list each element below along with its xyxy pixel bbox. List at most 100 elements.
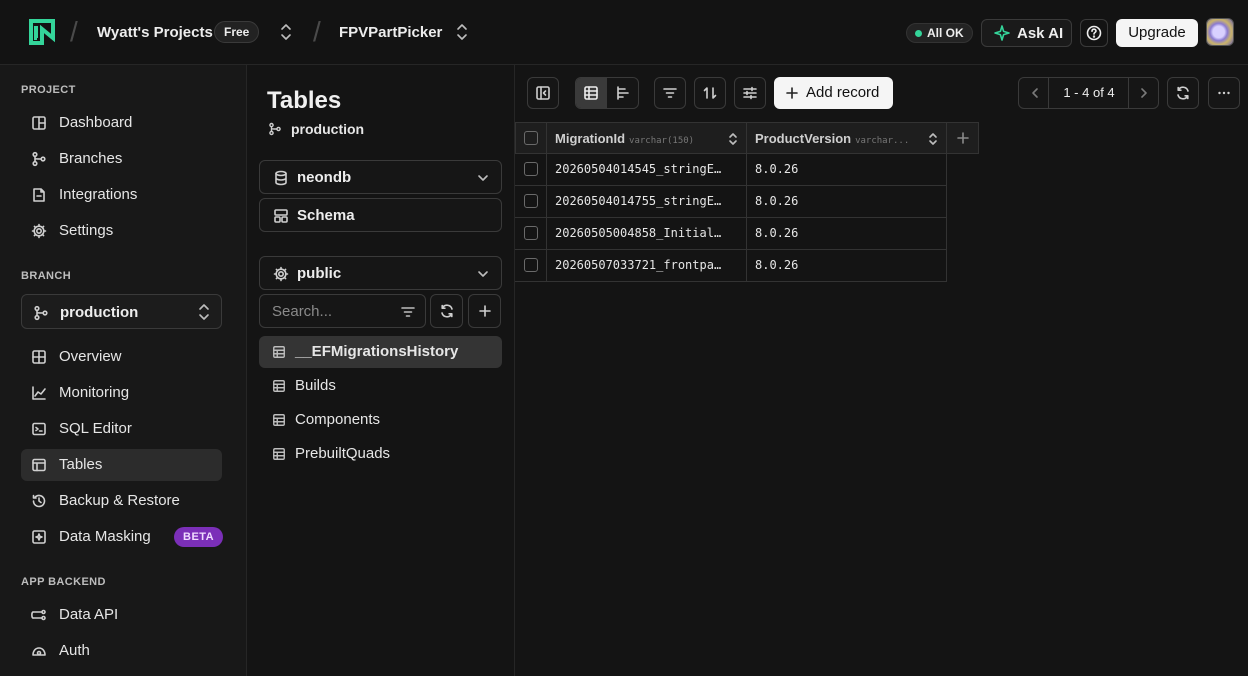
breadcrumb-separator: / — [313, 16, 321, 47]
sidebar-item-auth[interactable]: Auth — [21, 635, 222, 667]
sidebar-item-monitoring[interactable]: Monitoring — [21, 377, 222, 409]
add-table-button[interactable] — [468, 294, 501, 328]
list-icon — [617, 86, 629, 100]
sidebar-item-label: Dashboard — [59, 114, 133, 131]
list-view-button[interactable] — [608, 78, 639, 108]
schema-select[interactable]: public — [259, 256, 502, 290]
table-cell[interactable]: 20260505004858_Initial… — [547, 218, 747, 250]
sidebar-item-backup-restore[interactable]: Backup & Restore — [21, 485, 222, 517]
row-checkbox[interactable] — [524, 258, 538, 272]
row-select-cell — [515, 154, 547, 186]
sidebar-item-label: Data API — [59, 606, 119, 623]
table-list-item[interactable]: __EFMigrationsHistory — [259, 336, 502, 368]
schema-button-label: Schema — [297, 207, 355, 224]
branch-selector[interactable]: production — [21, 294, 222, 329]
sidebar-item-branches[interactable]: Branches — [21, 143, 222, 175]
overview-icon — [32, 350, 46, 364]
table-cell[interactable]: 8.0.26 — [747, 250, 947, 282]
table-name: PrebuiltQuads — [295, 445, 391, 462]
help-button[interactable] — [1080, 19, 1108, 47]
sidebar-item-tables[interactable]: Tables — [21, 449, 222, 481]
project-name[interactable]: FPVPartPicker — [339, 24, 442, 41]
column-header[interactable]: ProductVersion varchar... — [746, 122, 947, 154]
table-icon — [32, 458, 46, 472]
row-checkbox[interactable] — [524, 226, 538, 240]
branch-icon — [269, 122, 281, 136]
upgrade-button[interactable]: Upgrade — [1116, 19, 1198, 47]
next-page-button[interactable] — [1128, 78, 1158, 108]
table-cell[interactable]: 20260504014545_stringE… — [547, 154, 747, 186]
toggle-sidebar-button[interactable] — [527, 77, 559, 109]
sidebar-item-data-masking[interactable]: Data Masking BETA — [21, 521, 224, 553]
columns-settings-button[interactable] — [734, 77, 766, 109]
table-list-item[interactable]: Builds — [259, 370, 502, 402]
schema-icon — [274, 209, 288, 223]
table-cell[interactable]: 8.0.26 — [747, 218, 947, 250]
search-input[interactable] — [272, 302, 392, 320]
select-all-checkbox[interactable] — [524, 131, 538, 145]
table-list-item[interactable]: Components — [259, 404, 502, 436]
org-switcher-chevron-icon[interactable] — [280, 22, 292, 42]
cell-value: 8.0.26 — [755, 194, 799, 208]
add-record-button[interactable]: Add record — [774, 77, 893, 109]
cell-value: 8.0.26 — [755, 226, 799, 240]
cell-value: 20260504014545_stringE… — [555, 162, 722, 176]
prev-page-button[interactable] — [1020, 78, 1049, 108]
row-checkbox[interactable] — [524, 194, 538, 208]
column-name: ProductVersion — [755, 131, 852, 146]
ask-ai-label: Ask AI — [1017, 25, 1064, 42]
branch-section-title: BRANCH — [21, 270, 72, 282]
cell-value: 8.0.26 — [755, 162, 799, 176]
table-cell[interactable]: 8.0.26 — [747, 186, 947, 218]
sidebar-item-overview[interactable]: Overview — [21, 341, 222, 373]
sidebar-item-settings[interactable]: Settings — [21, 215, 222, 247]
sidebar-item-integrations[interactable]: Integrations — [21, 179, 222, 211]
column-type: varchar... — [855, 136, 910, 146]
sort-button[interactable] — [694, 77, 726, 109]
column-header-label: ProductVersion varchar... — [755, 131, 909, 146]
neon-logo-icon[interactable] — [28, 18, 56, 46]
filter-icon[interactable] — [400, 304, 416, 320]
filter-icon — [663, 88, 677, 98]
table-cell[interactable]: 8.0.26 — [747, 154, 947, 186]
table-cell[interactable]: 20260504014755_stringE… — [547, 186, 747, 218]
column-type: varchar(150) — [629, 136, 695, 146]
table-cell[interactable]: 20260507033721_frontpa… — [547, 250, 747, 282]
project-switcher-chevron-icon[interactable] — [456, 22, 468, 42]
schema-button[interactable]: Schema — [259, 198, 502, 232]
add-column-button[interactable] — [947, 123, 979, 153]
sort-icon — [703, 87, 717, 99]
history-icon — [32, 494, 46, 508]
sidebar-item-label: Integrations — [59, 186, 138, 203]
cell-value: 8.0.26 — [755, 258, 799, 272]
database-select[interactable]: neondb — [259, 160, 502, 194]
refresh-tables-button[interactable] — [430, 294, 463, 328]
sidebar-item-label: Branches — [59, 150, 123, 167]
avatar[interactable] — [1206, 18, 1234, 46]
table-search[interactable] — [259, 294, 426, 328]
add-column-cell — [946, 122, 979, 154]
column-header[interactable]: MigrationId varchar(150) — [546, 122, 747, 154]
org-name[interactable]: Wyatt's Projects — [97, 24, 213, 41]
sidebar-item-label: Auth — [59, 642, 90, 659]
chevron-up-down-icon — [199, 304, 209, 320]
row-checkbox[interactable] — [524, 162, 538, 176]
more-options-button[interactable] — [1208, 77, 1240, 109]
sort-toggle-icon[interactable] — [728, 132, 738, 146]
sidebar-item-dashboard[interactable]: Dashboard — [21, 107, 222, 139]
row-select-cell — [515, 186, 547, 218]
ask-ai-button[interactable]: Ask AI — [981, 19, 1072, 47]
data-grid-area: Add record 1 - 4 of 4 MigrationId varchar… — [515, 65, 1248, 676]
filter-button[interactable] — [654, 77, 686, 109]
sliders-icon — [743, 86, 757, 100]
cell-value: 20260504014755_stringE… — [555, 194, 722, 208]
sidebar-item-data-api[interactable]: Data API — [21, 599, 222, 631]
dashboard-icon — [32, 116, 46, 130]
sidebar-item-sql-editor[interactable]: SQL Editor — [21, 413, 222, 445]
grid-view-button[interactable] — [576, 78, 607, 108]
status-badge[interactable]: All OK — [906, 23, 973, 43]
refresh-button[interactable] — [1167, 77, 1199, 109]
sort-toggle-icon[interactable] — [928, 132, 938, 146]
breadcrumb-separator: / — [70, 16, 78, 47]
table-list-item[interactable]: PrebuiltQuads — [259, 438, 502, 470]
